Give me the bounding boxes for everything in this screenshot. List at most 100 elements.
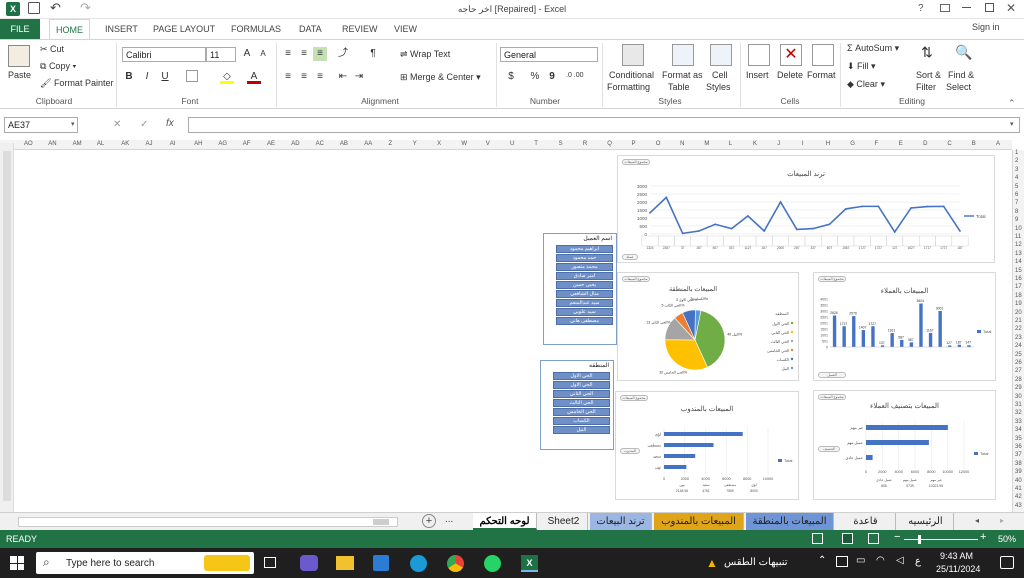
clock-date[interactable]: 25/11/2024: [936, 564, 980, 574]
column-header[interactable]: R: [583, 141, 587, 147]
number-format-select[interactable]: General: [500, 47, 598, 62]
language-indicator[interactable]: ع: [915, 556, 921, 567]
row-header[interactable]: 22: [1015, 326, 1022, 332]
row-header[interactable]: 12: [1015, 242, 1022, 248]
insert-cells-button[interactable]: Insert: [746, 70, 769, 80]
row-header[interactable]: 13: [1015, 251, 1022, 257]
row-header[interactable]: 26: [1015, 360, 1022, 366]
pie-chart-panel[interactable]: مجموع المبيعات المبيعات بالمنطقة النيل 4…: [617, 272, 799, 381]
merge-center-button[interactable]: ⊞ Merge & Center ▾: [400, 72, 481, 83]
row-header[interactable]: 24: [1015, 343, 1022, 349]
signin-link[interactable]: Sign in: [972, 22, 1000, 32]
field-button[interactable]: العميل: [818, 372, 846, 378]
maximize-icon[interactable]: [985, 3, 994, 12]
tab-review[interactable]: REVIEW: [336, 19, 384, 39]
row-header[interactable]: 27: [1015, 368, 1022, 374]
slicer-item[interactable]: حمد محمود: [556, 254, 613, 262]
edge-icon[interactable]: [410, 555, 427, 572]
column-header[interactable]: P: [632, 141, 636, 147]
conditional-formatting-icon[interactable]: [622, 44, 644, 66]
find-select-button[interactable]: Find &: [948, 70, 974, 80]
weather-alert-icon[interactable]: ▲: [706, 556, 718, 570]
slicer-item[interactable]: الحي الثاني: [553, 390, 610, 398]
insert-function-icon[interactable]: fx: [166, 118, 174, 129]
wrap-text-button[interactable]: ⇌ Wrap Text: [400, 49, 450, 60]
tab-sales-trend[interactable]: ترند البيعات: [590, 513, 652, 530]
column-header[interactable]: H: [826, 141, 830, 147]
column-header[interactable]: Y: [413, 141, 417, 147]
font-color-button[interactable]: A: [247, 70, 261, 84]
normal-view-icon[interactable]: [812, 533, 823, 544]
row-header[interactable]: 37: [1015, 452, 1022, 458]
row-header[interactable]: 21: [1015, 318, 1022, 324]
help-icon[interactable]: ?: [918, 3, 924, 14]
tab-page-layout[interactable]: PAGE LAYOUT: [147, 19, 221, 39]
align-left-icon[interactable]: ≡: [281, 70, 295, 84]
slicer-item[interactable]: الحي الثالث: [553, 399, 610, 407]
column-header[interactable]: G: [850, 141, 855, 147]
delete-cells-button[interactable]: Delete: [777, 70, 803, 80]
fill-button[interactable]: ⬇ Fill ▾: [847, 61, 876, 72]
orientation-icon[interactable]: ⤴: [336, 47, 350, 61]
row-header[interactable]: 41: [1015, 486, 1022, 492]
column-header[interactable]: Z: [389, 141, 393, 147]
tab-formulas[interactable]: FORMULAS: [225, 19, 287, 39]
tab-home-sheet[interactable]: الرئيسيه: [898, 513, 954, 530]
conditional-formatting-button-line2[interactable]: Formatting: [607, 82, 650, 92]
format-cells-icon[interactable]: [812, 44, 834, 66]
row-header[interactable]: 17: [1015, 284, 1022, 290]
align-center-icon[interactable]: ≡: [297, 70, 311, 84]
more-sheets-icon[interactable]: ...: [445, 514, 453, 525]
collapse-ribbon-icon[interactable]: ⌃: [1008, 98, 1016, 109]
increase-indent-icon[interactable]: ⇥: [352, 70, 366, 84]
insert-cells-icon[interactable]: [748, 44, 770, 66]
paste-button[interactable]: Paste: [8, 70, 31, 80]
classification-bar-chart-panel[interactable]: مجموع المبيعات المبيعات بتصنيف العملاء 0…: [813, 390, 996, 500]
page-layout-view-icon[interactable]: [842, 533, 853, 544]
slicer-item[interactable]: منال الشافعي: [556, 290, 613, 298]
salesman-bar-chart-panel[interactable]: مجموع المبيعات المبيعات بالمندوب 0 2000 40…: [615, 391, 799, 500]
column-header[interactable]: AF: [243, 141, 251, 147]
tab-insert[interactable]: INSERT: [99, 19, 144, 39]
column-header[interactable]: AM: [73, 141, 82, 147]
row-header[interactable]: 9: [1015, 217, 1018, 223]
customer-bar-chart-panel[interactable]: مجموع المبيعات المبيعات بالعملاء 0 501 100…: [813, 272, 996, 381]
borders-icon[interactable]: [186, 70, 198, 82]
row-header[interactable]: 11: [1015, 234, 1021, 240]
tab-sheet2[interactable]: Sheet2: [540, 513, 588, 530]
column-header[interactable]: O: [656, 141, 661, 147]
conditional-formatting-button[interactable]: Conditional: [609, 70, 654, 80]
slicer-item[interactable]: مصطفى هاني: [556, 317, 613, 325]
format-painter-button[interactable]: 🖌 Format Painter: [40, 78, 113, 89]
row-header[interactable]: 20: [1015, 310, 1022, 316]
slicer-item[interactable]: ابراهيم محمود: [556, 245, 613, 253]
tab-database[interactable]: قاعدة البيانات: [836, 513, 896, 544]
italic-button[interactable]: I: [140, 70, 154, 84]
wifi-icon[interactable]: ◠: [876, 555, 885, 566]
rtl-icon[interactable]: ¶: [366, 47, 380, 61]
slicer-customer[interactable]: اسم العميل ابراهيم محمود حمد محمود محمد من…: [543, 233, 617, 345]
find-select-button-line2[interactable]: Select: [946, 82, 971, 92]
row-header[interactable]: 6: [1015, 192, 1018, 198]
column-header[interactable]: AI: [170, 141, 176, 147]
underline-button[interactable]: U: [158, 70, 172, 84]
row-header[interactable]: 39: [1015, 469, 1022, 475]
column-header[interactable]: AG: [218, 141, 227, 147]
row-header[interactable]: 25: [1015, 352, 1022, 358]
slicer-item[interactable]: سيد عبدالمنعم: [556, 299, 613, 307]
column-header[interactable]: AC: [316, 141, 324, 147]
column-header[interactable]: I: [802, 141, 804, 147]
percent-button[interactable]: %: [528, 70, 542, 84]
chrome-icon[interactable]: [447, 555, 464, 572]
column-header[interactable]: AJ: [146, 141, 153, 147]
row-header[interactable]: 16: [1015, 276, 1022, 282]
row-header[interactable]: 8: [1015, 209, 1018, 215]
tray-app-icon[interactable]: [836, 556, 848, 567]
tab-view[interactable]: VIEW: [388, 19, 423, 39]
column-header[interactable]: D: [923, 141, 927, 147]
column-header[interactable]: AL: [97, 141, 104, 147]
column-header[interactable]: AB: [340, 141, 348, 147]
column-header[interactable]: AO: [24, 141, 33, 147]
whatsapp-icon[interactable]: [484, 555, 501, 572]
column-header[interactable]: S: [559, 141, 563, 147]
